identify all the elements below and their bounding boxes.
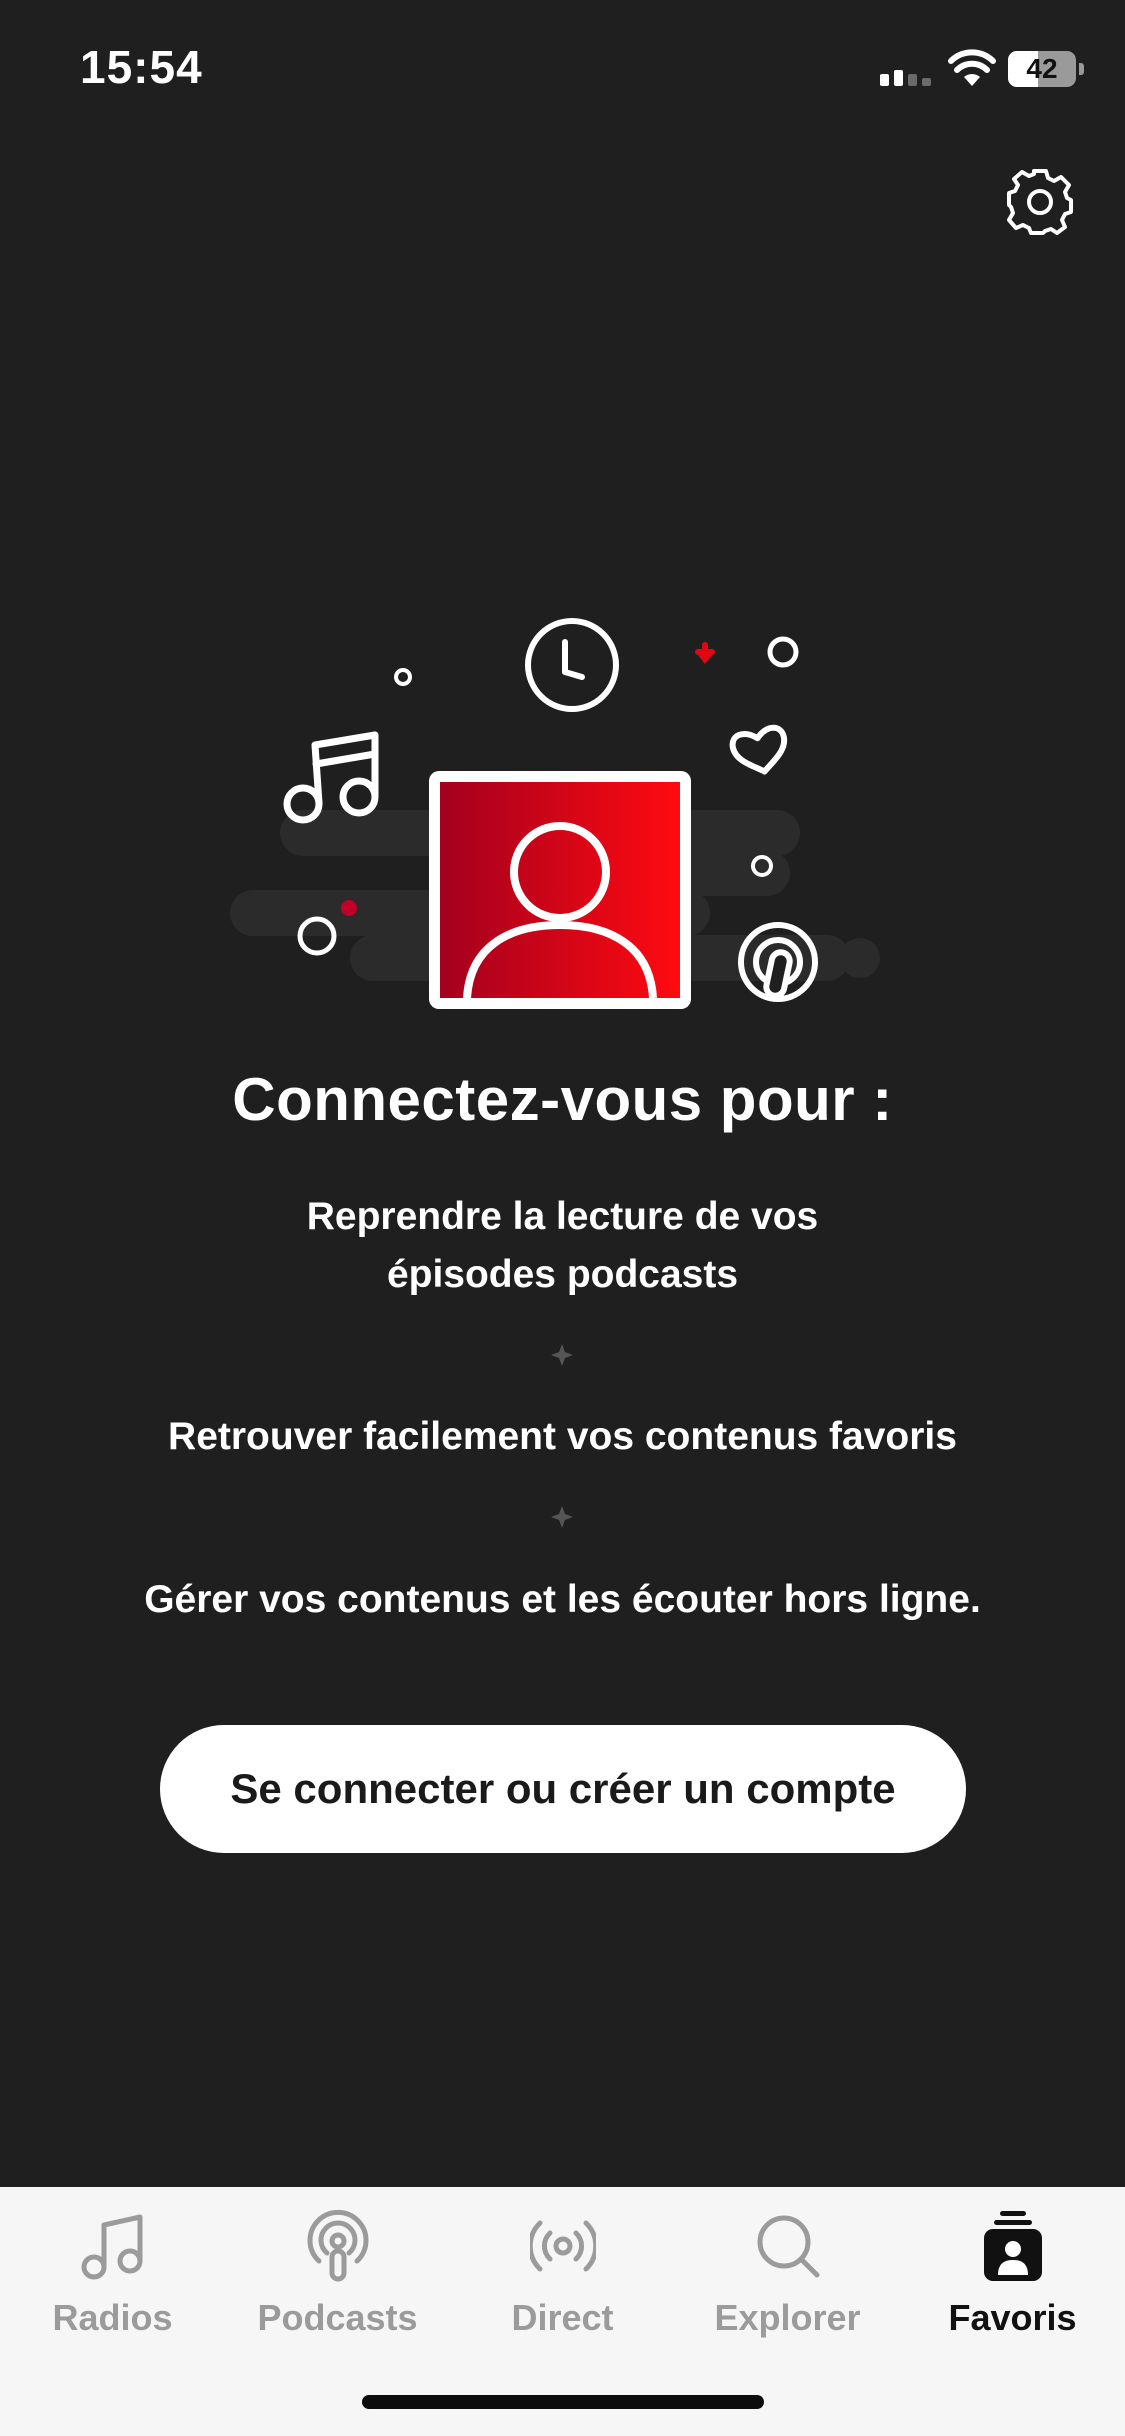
music-note-icon	[81, 2214, 143, 2280]
tab-label: Explorer	[714, 2297, 861, 2338]
search-icon	[757, 2215, 820, 2278]
settings-gear-icon[interactable]	[1000, 162, 1080, 242]
status-time: 15:54	[80, 41, 203, 93]
tab-label: Favoris	[948, 2297, 1077, 2338]
favorites-user-icon	[984, 2211, 1042, 2281]
tab-podcasts[interactable]: Podcasts	[225, 2187, 450, 2377]
tab-explorer[interactable]: Explorer	[675, 2187, 900, 2377]
broadcast-icon	[530, 2220, 596, 2272]
benefit-find-favorites: Retrouver facilement vos contenus favori…	[168, 1415, 957, 1458]
podcast-icon	[307, 2210, 369, 2282]
separator-plus-icon	[551, 1506, 573, 1528]
tab-radios[interactable]: Radios	[0, 2187, 225, 2377]
page-title: Connectez-vous pour :	[232, 1066, 893, 1133]
login-illustration	[230, 618, 880, 1009]
benefit-offline-listening: Gérer vos contenus et les écouter hors l…	[144, 1578, 981, 1621]
battery-icon: 42	[1008, 51, 1084, 87]
login-or-signup-button[interactable]: Se connecter ou créer un compte	[160, 1725, 966, 1853]
separator-plus-icon	[551, 1344, 573, 1366]
tab-label: Podcasts	[257, 2297, 418, 2338]
wifi-icon	[948, 49, 996, 86]
music-note-icon	[283, 731, 379, 824]
tab-label: Radios	[52, 2297, 173, 2338]
cellular-signal-icon	[880, 70, 931, 86]
battery-level: 42	[1026, 53, 1058, 84]
tab-label: Direct	[511, 2297, 614, 2338]
clock-icon	[525, 618, 619, 712]
benefit-resume-podcasts: Reprendre la lecture de vos épisodes pod…	[306, 1195, 819, 1296]
tab-favoris[interactable]: Favoris	[900, 2187, 1125, 2377]
status-bar: 15:54 42	[0, 0, 1125, 140]
tab-direct[interactable]: Direct	[450, 2187, 675, 2377]
bottom-tab-bar: Radios Podcasts Direct Explorer Favoris	[0, 2187, 1125, 2436]
favorites-screen: 15:54 42 Connectez-vous pour: Reprendre…	[0, 0, 1125, 2436]
home-indicator[interactable]	[362, 2395, 764, 2409]
heart-icon	[729, 724, 788, 775]
